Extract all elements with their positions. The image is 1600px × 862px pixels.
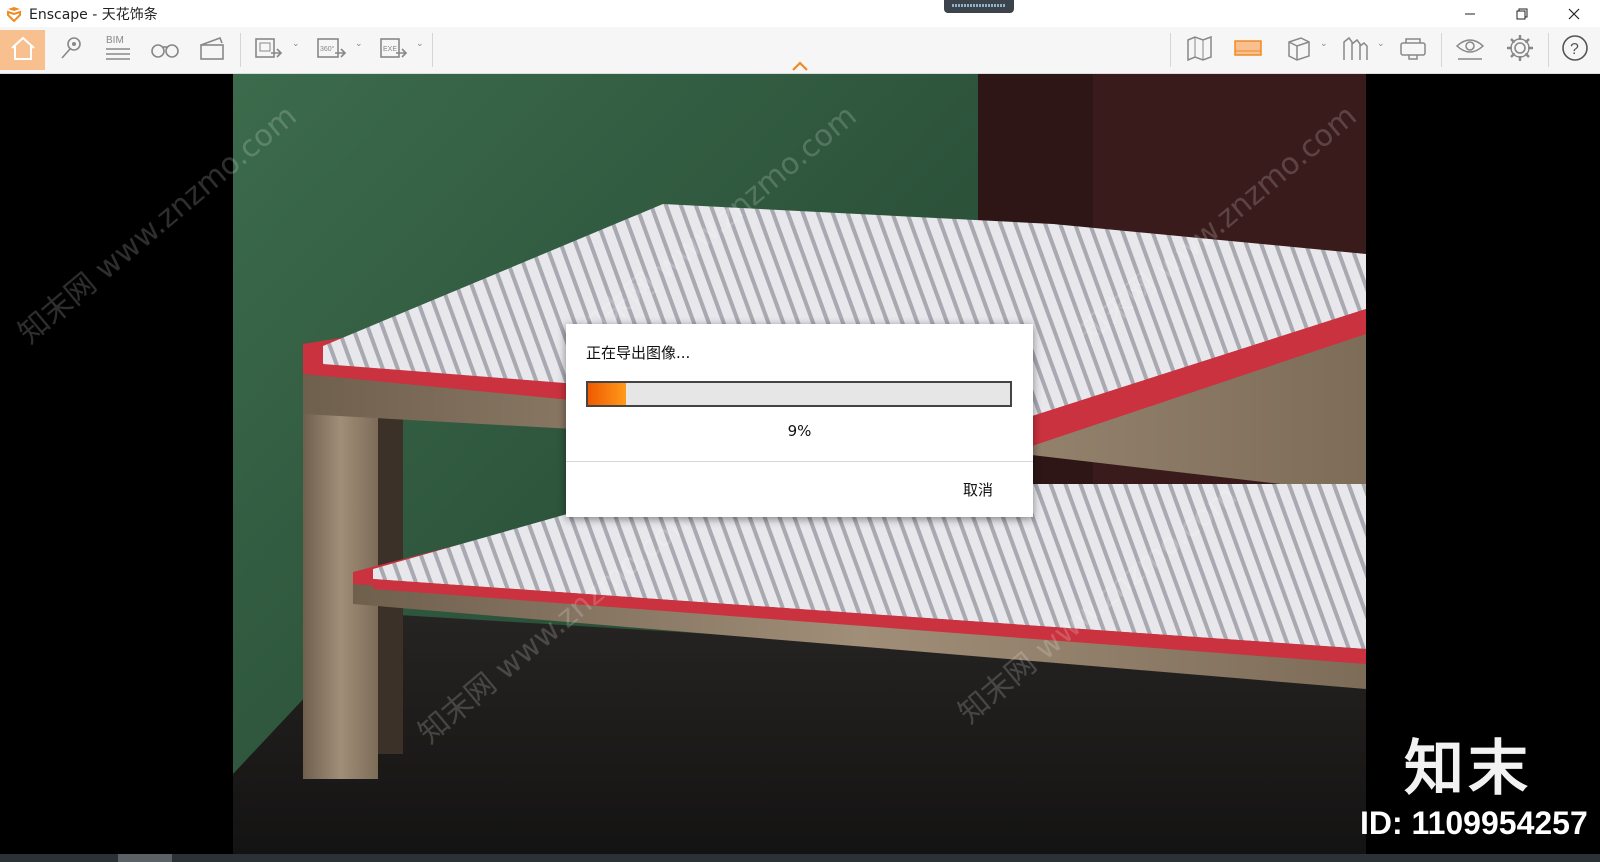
help-button[interactable]: ? — [1554, 30, 1596, 70]
window-title: Enscape - 天花饰条 — [29, 6, 158, 23]
svg-text:EXE: EXE — [383, 46, 397, 53]
clapperboard-icon — [198, 35, 226, 65]
asset-library-button[interactable] — [1336, 30, 1374, 70]
enscape-logo-icon — [5, 5, 23, 23]
binoculars-button[interactable] — [145, 30, 185, 70]
cancel-button[interactable]: 取消 — [940, 474, 1016, 504]
bim-icon: BIM — [102, 32, 134, 68]
vr-headset-button[interactable] — [1393, 30, 1433, 70]
close-button[interactable] — [1548, 0, 1600, 27]
map-button[interactable] — [1180, 30, 1220, 70]
screenshot-export-icon — [253, 35, 283, 65]
screenshot-export-button[interactable] — [250, 30, 286, 70]
video-editor-button[interactable] — [192, 30, 232, 70]
dialog-divider — [566, 461, 1033, 462]
cube-icon — [1285, 34, 1313, 66]
top-panel-handle[interactable] — [944, 0, 1014, 13]
watermark-id: ID: 1109954257 — [1360, 805, 1588, 841]
svg-text:?: ? — [1570, 41, 1579, 58]
title-bar: Enscape - 天花饰条 — [0, 0, 1600, 27]
home-icon — [9, 35, 37, 65]
chevron-down-icon[interactable]: ⌄ — [355, 39, 363, 49]
help-icon: ? — [1560, 33, 1590, 67]
chevron-down-icon[interactable]: ⌄ — [292, 39, 300, 49]
chevron-down-icon[interactable]: ⌄ — [1377, 39, 1385, 49]
chevron-down-icon[interactable]: ⌄ — [1320, 39, 1328, 49]
gear-icon — [1505, 33, 1535, 67]
exe-export-icon: EXE — [378, 35, 408, 65]
home-button[interactable] — [0, 30, 45, 70]
panorama-export-icon: 360° — [315, 35, 347, 65]
svg-text:360°: 360° — [320, 45, 335, 53]
progress-percent: 9% — [787, 422, 812, 440]
znzmo-watermark-logo: 知末 — [1404, 734, 1532, 804]
dialog-title: 正在导出图像... — [586, 344, 691, 362]
settings-button[interactable] — [1500, 30, 1540, 70]
map-icon — [1185, 34, 1215, 66]
restore-button[interactable] — [1496, 0, 1548, 27]
vr-headset-icon — [1397, 34, 1429, 66]
minimize-button[interactable] — [1444, 0, 1496, 27]
export-progress-bar — [586, 381, 1012, 407]
bim-button[interactable]: BIM — [97, 30, 139, 70]
svg-text:BIM: BIM — [106, 35, 124, 46]
orange-panel-icon — [1233, 36, 1263, 64]
cube-button[interactable] — [1280, 30, 1318, 70]
exe-export-button[interactable]: EXE — [375, 30, 411, 70]
eye-settings-icon — [1454, 34, 1486, 66]
binoculars-icon — [150, 37, 180, 63]
panorama-export-button[interactable]: 360° — [312, 30, 350, 70]
chevron-down-icon[interactable]: ⌄ — [416, 39, 424, 49]
toolbar: BIM ⌄ 360° ⌄ EXE ⌄ ⌄ ⌄ ? — [0, 27, 1600, 74]
locate-icon — [57, 35, 85, 65]
locate-button[interactable] — [52, 30, 90, 70]
progress-fill — [588, 383, 626, 405]
orange-panel-button[interactable] — [1228, 30, 1268, 70]
asset-library-icon — [1340, 34, 1370, 66]
export-progress-dialog: 正在导出图像... 9% 取消 — [566, 324, 1033, 517]
taskbar-strip — [0, 854, 1600, 862]
visual-settings-button[interactable] — [1449, 30, 1491, 70]
